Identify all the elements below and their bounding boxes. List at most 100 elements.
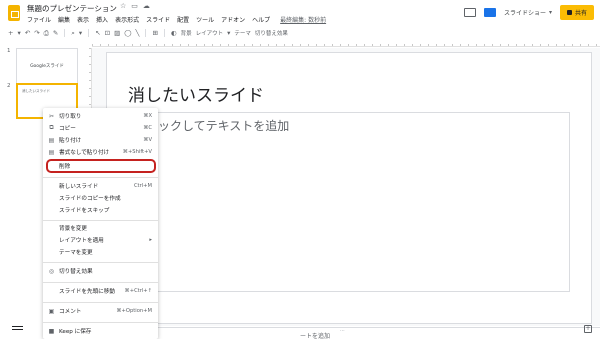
- copy-icon: ⧉: [49, 124, 54, 131]
- toolbar-divider: [64, 29, 66, 37]
- move-folder-icon[interactable]: ▭: [131, 2, 138, 10]
- lock-icon: [566, 10, 572, 15]
- comment-history-icon[interactable]: [463, 8, 476, 17]
- menu-item-copy[interactable]: ⧉ コピー ⌘C: [43, 123, 158, 133]
- new-slide-icon[interactable]: +: [8, 29, 13, 37]
- menu-item-apply-layout[interactable]: レイアウトを適用 ▸: [43, 235, 158, 245]
- layout-button[interactable]: レイアウト: [196, 29, 224, 37]
- slide-title-text[interactable]: 消したいスライド: [128, 81, 264, 106]
- menu-item-save-to-keep[interactable]: ■ Keep に保存: [43, 326, 158, 336]
- line-icon[interactable]: ╲: [136, 29, 140, 37]
- menu-bar: ファイル 編集 表示 挿入 表示形式 スライド 配置 ツール アドオン ヘルプ …: [27, 15, 326, 24]
- keep-icon: ■: [48, 327, 55, 335]
- menu-item-shortcut: ⌘+Option+M: [116, 308, 152, 314]
- menu-item-skip-slide[interactable]: スライドをスキップ: [43, 205, 158, 215]
- menu-item-move-to-start[interactable]: スライドを先頭に移動 ⌘+Ctrl+↑: [43, 286, 158, 296]
- notes-resize-handle[interactable]: ⋯: [340, 328, 345, 334]
- menu-item-label: 切り取り: [59, 114, 82, 120]
- speaker-notes-area[interactable]: [92, 327, 600, 339]
- context-menu: ✂ 切り取り ⌘X ⧉ コピー ⌘C ▤ 貼り付け ⌘V ▤ 書式なしで貼り付け…: [43, 108, 158, 339]
- grid-view-icon[interactable]: [12, 326, 23, 330]
- menu-item-transition[interactable]: ◎ 切り替え効果: [43, 266, 158, 276]
- chevron-down-icon[interactable]: ▾: [79, 29, 82, 37]
- comment-icon: ▣: [48, 307, 55, 315]
- menu-divider: [43, 220, 158, 221]
- star-icon[interactable]: ☆: [120, 2, 126, 10]
- shape-icon[interactable]: ◯: [124, 29, 131, 37]
- theme-button[interactable]: テーマ: [234, 29, 251, 37]
- menu-item-label: コメント: [59, 309, 82, 315]
- top-bar: 無題のプレゼンテーション ☆ ▭ ☁ ファイル 編集 表示 挿入 表示形式 スラ…: [0, 0, 600, 27]
- menu-edit[interactable]: 編集: [58, 15, 70, 24]
- slideshow-button[interactable]: スライドショー ▾: [504, 8, 552, 17]
- chevron-down-icon[interactable]: ▾: [549, 9, 552, 16]
- toolbar-divider: [163, 29, 165, 37]
- menu-item-new-slide[interactable]: 新しいスライド Ctrl+M: [43, 181, 158, 191]
- print-icon[interactable]: ⎙: [44, 29, 49, 38]
- menu-item-label: レイアウトを適用: [59, 238, 104, 244]
- menu-view[interactable]: 表示: [77, 15, 89, 24]
- slides-logo-icon[interactable]: [8, 5, 20, 21]
- menu-item-label: 書式なしで貼り付け: [59, 150, 110, 156]
- menu-tools[interactable]: ツール: [196, 15, 214, 24]
- slide-number: 1: [7, 48, 11, 54]
- menu-arrange[interactable]: 配置: [177, 15, 189, 24]
- menu-item-cut[interactable]: ✂ 切り取り ⌘X: [43, 111, 158, 121]
- image-icon[interactable]: ▨: [114, 29, 120, 37]
- slide-thumbnail-1[interactable]: Googleスライド: [16, 48, 78, 84]
- menu-format[interactable]: 表示形式: [115, 15, 139, 24]
- scissors-icon: ✂: [48, 112, 55, 120]
- menu-item-change-background[interactable]: 背景を変更: [43, 223, 158, 233]
- horizontal-ruler[interactable]: [92, 40, 600, 47]
- explore-icon[interactable]: +: [584, 325, 592, 333]
- menu-item-label: Keep に保存: [59, 329, 92, 335]
- menu-file[interactable]: ファイル: [27, 15, 51, 24]
- menu-item-label: スライドを先頭に移動: [59, 289, 115, 295]
- delete-highlight-outline: [46, 159, 156, 173]
- menu-item-paste[interactable]: ▤ 貼り付け ⌘V: [43, 135, 158, 145]
- menu-divider: [43, 262, 158, 263]
- transition-icon: ◎: [48, 267, 55, 275]
- menu-item-label: 貼り付け: [59, 138, 82, 144]
- zoom-icon[interactable]: ⌕: [71, 29, 75, 38]
- chevron-down-icon[interactable]: ▾: [227, 29, 230, 37]
- menu-item-shortcut: ⌘+Shift+V: [122, 149, 152, 155]
- select-icon[interactable]: ↖: [95, 29, 100, 37]
- menu-item-label: テーマを変更: [59, 250, 93, 256]
- menu-insert[interactable]: 挿入: [96, 15, 108, 24]
- menu-item-comment[interactable]: ▣ コメント ⌘+Option+M: [43, 306, 158, 316]
- menu-item-label: スライドのコピーを作成: [59, 196, 121, 202]
- menu-help[interactable]: ヘルプ: [252, 15, 270, 24]
- background-fill-icon[interactable]: ◐: [171, 29, 177, 37]
- text-box-icon[interactable]: ⊡: [105, 29, 110, 37]
- background-button[interactable]: 背景: [181, 29, 192, 37]
- insert-comment-icon[interactable]: ⊞: [152, 29, 157, 37]
- cloud-status-icon[interactable]: ☁: [143, 2, 150, 10]
- menu-divider: [43, 302, 158, 303]
- undo-icon[interactable]: ↶: [25, 29, 30, 37]
- toolbar: + ▾ ↶ ↷ ⎙ ✎ ⌕ ▾ ↖ ⊡ ▨ ◯ ╲ ⊞ ◐ 背景 レイアウト ▾…: [0, 27, 600, 39]
- menu-item-duplicate-slide[interactable]: スライドのコピーを作成: [43, 193, 158, 203]
- meet-present-icon[interactable]: [483, 8, 496, 17]
- menu-item-paste-plain[interactable]: ▤ 書式なしで貼り付け ⌘+Shift+V: [43, 147, 158, 157]
- chevron-down-icon[interactable]: ▾: [17, 29, 20, 37]
- redo-icon[interactable]: ↷: [34, 29, 39, 37]
- transition-button[interactable]: 切り替え効果: [255, 29, 288, 37]
- document-title[interactable]: 無題のプレゼンテーション: [27, 3, 117, 14]
- menu-item-shortcut: Ctrl+M: [133, 183, 152, 189]
- menu-divider: [43, 177, 158, 178]
- body-placeholder-box[interactable]: [128, 112, 570, 292]
- menu-item-label: 背景を変更: [59, 226, 87, 232]
- top-right-actions: スライドショー ▾ 共有: [463, 5, 594, 20]
- paint-format-icon[interactable]: ✎: [53, 29, 58, 37]
- last-edit-link[interactable]: 最終編集: 数秒前: [280, 15, 326, 24]
- menu-item-change-theme[interactable]: テーマを変更: [43, 247, 158, 257]
- speaker-notes-placeholder[interactable]: ートを追加: [300, 331, 330, 339]
- menu-divider: [43, 322, 158, 323]
- body-placeholder-text[interactable]: ックしてテキストを追加: [158, 117, 289, 134]
- menu-slide[interactable]: スライド: [146, 15, 170, 24]
- menu-addons[interactable]: アドオン: [221, 15, 245, 24]
- share-label: 共有: [574, 10, 587, 17]
- share-button[interactable]: 共有: [559, 5, 594, 20]
- menu-item-label: スライドをスキップ: [59, 208, 110, 214]
